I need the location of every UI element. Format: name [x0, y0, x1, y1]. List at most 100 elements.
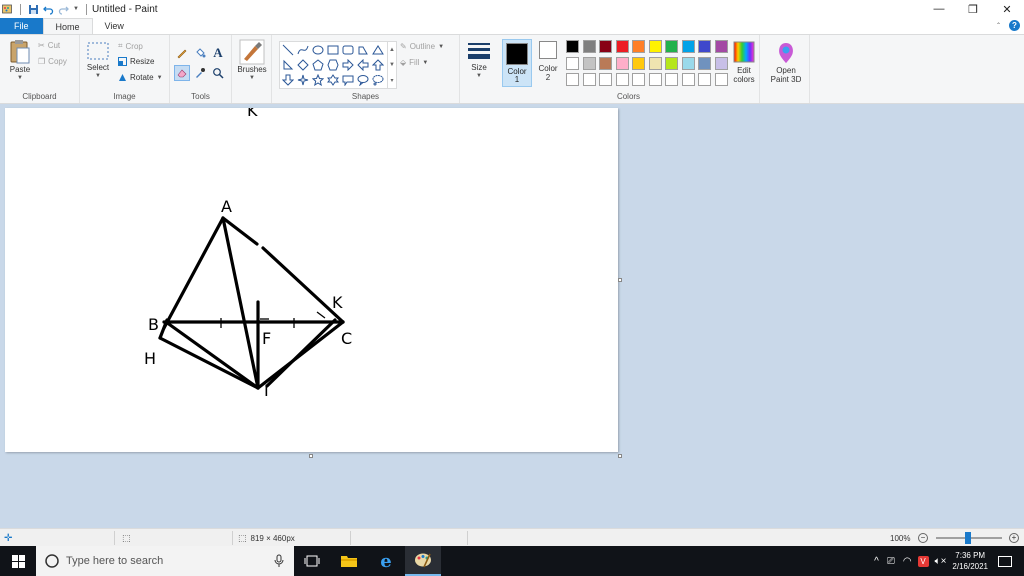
restore-button[interactable]: ❐ [956, 0, 990, 18]
cloud-callout-shape[interactable] [371, 73, 385, 87]
outline-button[interactable]: ✎ Outline ▼ [400, 42, 444, 51]
save-icon[interactable] [28, 4, 39, 15]
palette-swatch[interactable] [599, 73, 612, 86]
color-picker-tool[interactable] [192, 65, 208, 81]
five-point-star-shape[interactable] [311, 73, 325, 87]
resize-handle-right[interactable] [618, 278, 622, 282]
palette-swatch[interactable] [566, 40, 579, 53]
pyramid-drawing[interactable]: A B C K H F I K [5, 108, 618, 452]
tab-view[interactable]: View [93, 18, 136, 34]
line-shape[interactable] [281, 43, 295, 57]
redo-icon[interactable] [58, 4, 69, 15]
palette-swatch[interactable] [615, 56, 629, 70]
scroll-down-icon[interactable]: ▼ [389, 62, 395, 68]
cut-button[interactable]: ✂ Cut [38, 41, 60, 50]
palette-swatch[interactable] [665, 56, 678, 70]
four-point-star-shape[interactable] [296, 73, 310, 87]
scroll-up-icon[interactable]: ▲ [389, 47, 395, 53]
pentagon-shape[interactable] [311, 58, 325, 72]
palette-swatch[interactable] [566, 73, 579, 86]
taskbar-clock[interactable]: 7:36 PM 2/16/2021 [952, 550, 988, 572]
palette-swatch[interactable] [632, 40, 645, 53]
rect-callout-shape[interactable] [341, 73, 355, 87]
hexagon-shape[interactable] [326, 58, 340, 72]
palette-swatch[interactable] [714, 56, 728, 70]
eraser-tool[interactable] [174, 65, 190, 81]
right-triangle-shape[interactable] [281, 58, 295, 72]
volume-muted-icon[interactable]: 🔈︎× [935, 556, 947, 567]
palette-swatch[interactable] [648, 73, 662, 86]
color1-button[interactable]: Color 1 [502, 39, 532, 87]
minimize-button[interactable]: — [922, 0, 956, 18]
palette-swatch[interactable] [599, 56, 612, 70]
rectangle-shape[interactable] [326, 43, 340, 57]
zoom-in-button[interactable]: + [1009, 529, 1019, 547]
paste-button[interactable]: Paste ▼ [6, 39, 34, 83]
customize-qat-icon[interactable]: ▼ [73, 6, 79, 12]
palette-swatch[interactable] [681, 40, 695, 53]
shapes-gallery-scroll[interactable]: ▲ ▼ ▾ [387, 42, 396, 88]
drawing-canvas[interactable]: A B C K H F I K [5, 108, 622, 458]
left-arrow-shape[interactable] [356, 58, 370, 72]
polygon-shape[interactable] [356, 43, 370, 57]
network-status-icon[interactable]: ⎚ [887, 556, 895, 567]
file-explorer-button[interactable] [331, 546, 367, 576]
select-button[interactable]: Select ▼ [84, 41, 112, 81]
palette-swatch[interactable] [698, 73, 711, 86]
curve-shape[interactable] [296, 43, 310, 57]
help-icon[interactable]: ? [1009, 20, 1020, 31]
collapse-ribbon-icon[interactable]: ⌃ [996, 22, 1001, 29]
show-hidden-icons[interactable]: ^ [874, 556, 879, 567]
palette-swatch[interactable] [698, 40, 711, 53]
palette-swatch[interactable] [665, 40, 678, 53]
tab-file[interactable]: File [0, 18, 43, 34]
palette-swatch[interactable] [582, 56, 596, 70]
taskbar-search[interactable]: Type here to search [36, 546, 294, 576]
wifi-icon[interactable]: ◠ [903, 556, 912, 567]
palette-swatch[interactable] [599, 40, 612, 53]
palette-swatch[interactable] [632, 56, 645, 70]
palette-swatch[interactable] [681, 73, 695, 86]
palette-swatch[interactable] [582, 40, 596, 53]
resize-handle-bottom[interactable] [309, 454, 313, 458]
size-button[interactable]: Size ▼ [464, 41, 494, 81]
undo-icon[interactable] [43, 4, 54, 15]
resize-handle-corner[interactable] [618, 454, 622, 458]
task-view-button[interactable] [294, 546, 330, 576]
zoom-out-button[interactable]: − [918, 529, 928, 547]
brushes-button[interactable]: Brushes ▼ [235, 39, 269, 83]
color2-button[interactable]: Color 2 [534, 41, 562, 82]
down-arrow-shape[interactable] [281, 73, 295, 87]
palette-swatch[interactable] [665, 73, 678, 86]
rounded-rectangle-shape[interactable] [341, 43, 355, 57]
fill-tool[interactable] [192, 45, 208, 61]
palette-swatch[interactable] [681, 56, 695, 70]
paint-taskbar-button[interactable] [405, 546, 441, 576]
palette-swatch[interactable] [582, 73, 596, 86]
text-tool[interactable]: A [210, 45, 226, 61]
pencil-tool[interactable] [174, 45, 190, 61]
palette-swatch[interactable] [698, 56, 711, 70]
oval-callout-shape[interactable] [356, 73, 370, 87]
palette-swatch[interactable] [632, 73, 645, 86]
rotate-button[interactable]: Rotate ▼ [118, 73, 163, 82]
palette-swatch[interactable] [615, 40, 629, 53]
up-arrow-shape[interactable] [371, 58, 385, 72]
palette-swatch[interactable] [714, 73, 728, 86]
palette-swatch[interactable] [566, 56, 579, 70]
tab-home[interactable]: Home [42, 18, 93, 34]
paint-app-icon[interactable] [2, 4, 13, 15]
expand-gallery-icon[interactable]: ▾ [390, 77, 393, 84]
triangle-shape[interactable] [371, 43, 385, 57]
copy-button[interactable]: ❐ Copy [38, 57, 67, 66]
right-arrow-shape[interactable] [341, 58, 355, 72]
crop-button[interactable]: ⌗ Crop [118, 41, 143, 51]
palette-swatch[interactable] [648, 40, 662, 53]
resize-button[interactable]: Resize [118, 57, 154, 66]
close-button[interactable]: ✕ [990, 0, 1024, 18]
open-paint3d-button[interactable]: Open Paint 3D [766, 41, 806, 84]
diamond-shape[interactable] [296, 58, 310, 72]
oval-shape[interactable] [311, 43, 325, 57]
edit-colors-button[interactable]: Edit colors [728, 41, 760, 84]
six-point-star-shape[interactable] [326, 73, 340, 87]
